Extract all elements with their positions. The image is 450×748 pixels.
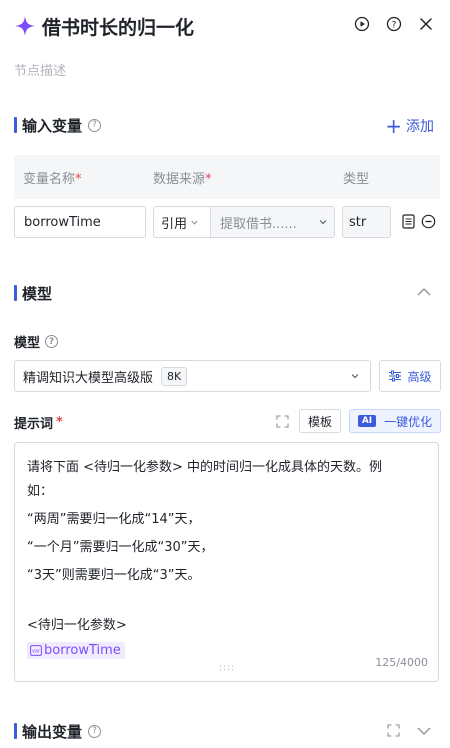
prompt-content: 请将下面 <待归一化参数> 中的时间归一化成具体的天数。例 如： “两周”需要归… <box>27 456 427 660</box>
header-actions: ? <box>352 14 436 34</box>
source-value: 提取借书...... <box>220 216 297 232</box>
help-icon[interactable]: ? <box>384 14 404 34</box>
prompt-line: “两周”需要归一化成“14”天， <box>27 512 201 527</box>
variable-name-input[interactable]: borrowTime <box>14 206 146 238</box>
expand-icon[interactable] <box>387 724 400 737</box>
source-mode-value: 引用 <box>161 216 188 232</box>
header: 借书时长的归一化 <box>14 12 194 40</box>
chevron-down-icon[interactable] <box>416 725 432 737</box>
resize-handle-icon[interactable]: :::: <box>219 663 235 673</box>
advanced-settings-button[interactable]: 高级 <box>379 360 441 392</box>
svg-text:var: var <box>32 649 41 655</box>
svg-text:?: ? <box>392 20 397 30</box>
model-label-row: 模型 ? <box>14 332 59 351</box>
chevron-down-icon <box>318 217 328 227</box>
close-icon[interactable] <box>416 14 436 34</box>
sliders-icon <box>388 370 402 382</box>
input-section-header: 输入变量 ? <box>14 115 102 135</box>
column-source: 数据来源* <box>153 171 212 187</box>
help-circle-icon[interactable]: ? <box>88 724 102 738</box>
column-type: 类型 <box>343 171 370 187</box>
remove-circle-icon[interactable] <box>421 214 436 229</box>
document-icon[interactable] <box>402 214 415 229</box>
column-name: 变量名称* <box>23 171 82 187</box>
variable-tag[interactable]: var borrowTime <box>27 642 125 659</box>
optimize-label: 一键优化 <box>384 414 433 429</box>
model-select[interactable]: 精调知识大模型高级版 8K <box>14 360 371 392</box>
expand-icon[interactable] <box>276 415 289 428</box>
source-value-select[interactable]: 提取借书...... <box>211 207 334 237</box>
help-circle-icon[interactable]: ? <box>45 335 59 348</box>
prompt-label-row: 提示词 * <box>14 413 63 432</box>
source-mode-select[interactable]: 引用 <box>154 207 211 237</box>
ai-badge: AI <box>357 415 377 427</box>
model-name: 精调知识大模型高级版 <box>23 370 154 386</box>
output-section-title: 输出变量 <box>22 722 83 741</box>
chevron-down-icon <box>350 371 360 381</box>
variable-icon: var <box>30 645 42 656</box>
model-context-badge: 8K <box>161 366 188 386</box>
variable-type-field: str <box>342 206 391 238</box>
model-section-title: 模型 <box>22 284 53 303</box>
template-button[interactable]: 模板 <box>299 409 341 433</box>
section-marker <box>14 285 17 301</box>
prompt-editor[interactable]: 请将下面 <待归一化参数> 中的时间归一化成具体的天数。例 如： “两周”需要归… <box>14 442 439 682</box>
chevron-down-icon <box>190 218 199 227</box>
section-marker <box>14 723 17 739</box>
add-variable-button[interactable]: + 添加 <box>385 116 434 136</box>
plus-icon: + <box>385 114 402 138</box>
prompt-line <box>27 588 427 612</box>
variable-type-value: str <box>349 214 367 230</box>
variable-source-field: 引用 提取借书...... <box>153 206 335 238</box>
prompt-line: <待归一化参数> <box>27 618 127 633</box>
sparkle-icon <box>14 15 36 37</box>
variable-tag-label: borrowTime <box>44 643 121 658</box>
prompt-line: “一个月”需要归一化成“30”天， <box>27 540 214 555</box>
input-section-title: 输入变量 <box>22 116 83 135</box>
variable-name-value: borrowTime <box>24 214 101 230</box>
chevron-up-icon[interactable] <box>416 286 432 298</box>
model-section-header: 模型 <box>14 283 52 303</box>
add-label: 添加 <box>406 119 434 135</box>
advanced-label: 高级 <box>407 369 432 384</box>
prompt-label: 提示词 <box>14 417 54 432</box>
help-circle-icon[interactable]: ? <box>88 118 102 132</box>
prompt-line: “3天”则需要归一化成“3”天。 <box>27 568 201 583</box>
prompt-line: 如： <box>27 484 54 499</box>
character-counter: 125/4000 <box>375 656 428 669</box>
required-mark: * <box>56 415 63 430</box>
input-table-header: 变量名称* 数据来源* 类型 <box>14 155 440 199</box>
node-description[interactable]: 节点描述 <box>14 60 66 79</box>
template-label: 模板 <box>307 414 332 429</box>
model-label: 模型 <box>14 336 41 351</box>
section-marker <box>14 117 17 133</box>
ai-optimize-button[interactable]: AI 一键优化 <box>349 409 441 433</box>
output-section-header: 输出变量 ? <box>14 721 102 741</box>
prompt-line: 请将下面 <待归一化参数> 中的时间归一化成具体的天数。例 <box>27 460 383 475</box>
run-icon[interactable] <box>352 14 372 34</box>
node-title[interactable]: 借书时长的归一化 <box>42 13 194 40</box>
